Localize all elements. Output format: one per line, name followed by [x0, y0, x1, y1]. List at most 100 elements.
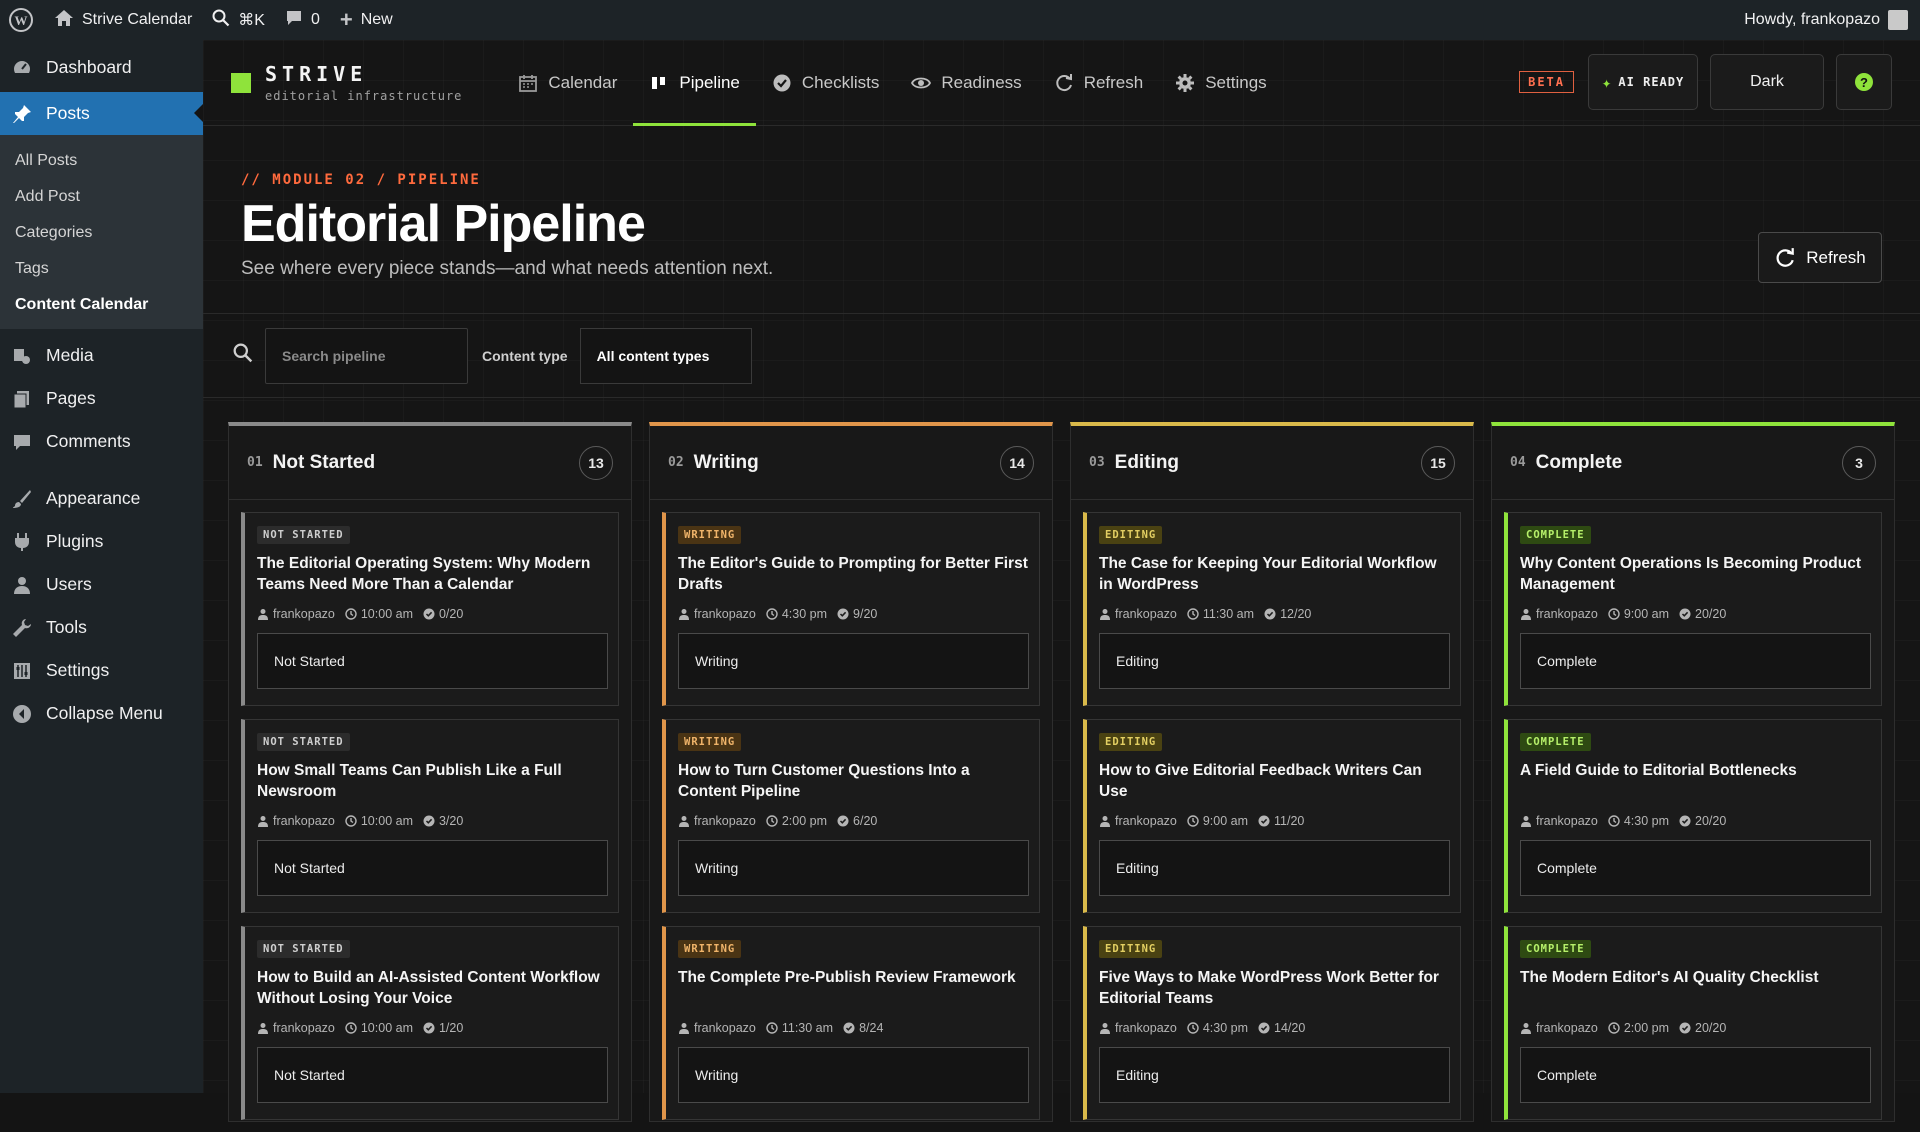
- status-select[interactable]: Editing: [1099, 840, 1450, 896]
- sidebar-item-comments[interactable]: Comments: [0, 420, 203, 463]
- submenu-all-posts[interactable]: All Posts: [0, 143, 203, 179]
- command-search-button[interactable]: ⌘K: [202, 0, 275, 40]
- clock-icon: [345, 815, 357, 827]
- card-title[interactable]: The Complete Pre-Publish Review Framewor…: [678, 967, 1029, 1009]
- card-title[interactable]: The Editorial Operating System: Why Mode…: [257, 553, 608, 595]
- submenu-tags[interactable]: Tags: [0, 251, 203, 287]
- help-button[interactable]: ?: [1836, 54, 1892, 110]
- comments-link[interactable]: 0: [275, 0, 330, 40]
- checklist-meta: 12/20: [1264, 607, 1311, 621]
- card-title[interactable]: The Editor's Guide to Prompting for Bett…: [678, 553, 1029, 595]
- status-select[interactable]: Complete: [1520, 633, 1871, 689]
- brush-icon: [12, 489, 32, 509]
- sidebar-item-users[interactable]: Users: [0, 563, 203, 606]
- status-select[interactable]: Writing: [678, 1047, 1029, 1103]
- pipeline-card[interactable]: COMPLETE Why Content Operations Is Becomi…: [1504, 512, 1882, 706]
- pipeline-card[interactable]: EDITING Five Ways to Make WordPress Work …: [1083, 926, 1461, 1120]
- card-title[interactable]: How to Turn Customer Questions Into a Co…: [678, 760, 1029, 802]
- checklist-progress: 0/20: [438, 607, 464, 621]
- submenu-categories[interactable]: Categories: [0, 215, 203, 251]
- sidebar-item-media[interactable]: Media: [0, 334, 203, 377]
- user-icon: [257, 1022, 269, 1034]
- check-circle-icon: [1679, 608, 1691, 620]
- sidebar-collapse-menu[interactable]: Collapse Menu: [0, 692, 203, 735]
- tab-calendar[interactable]: Calendar: [502, 40, 633, 126]
- card-title[interactable]: Why Content Operations Is Becoming Produ…: [1520, 553, 1871, 595]
- sidebar-item-settings[interactable]: Settings: [0, 649, 203, 692]
- publish-time: 2:00 pm: [1623, 1021, 1670, 1035]
- author-meta: frankopazo: [257, 607, 335, 621]
- status-select[interactable]: Writing: [678, 633, 1029, 689]
- card-title[interactable]: How Small Teams Can Publish Like a Full …: [257, 760, 608, 802]
- sidebar-item-appearance[interactable]: Appearance: [0, 477, 203, 520]
- ai-ready-button[interactable]: ✦ AI READY: [1588, 54, 1698, 110]
- account-menu[interactable]: Howdy, frankopazo: [1734, 0, 1920, 40]
- status-select[interactable]: Not Started: [257, 633, 608, 689]
- time-meta: 10:00 am: [345, 1021, 413, 1035]
- brand[interactable]: STRIVE editorial infrastructure: [231, 62, 462, 103]
- clock-icon: [1187, 815, 1199, 827]
- status-select[interactable]: Not Started: [257, 840, 608, 896]
- sidebar-item-pages[interactable]: Pages: [0, 377, 203, 420]
- refresh-button[interactable]: Refresh: [1758, 232, 1882, 283]
- pipeline-card[interactable]: EDITING How to Give Editorial Feedback Wr…: [1083, 719, 1461, 913]
- wordpress-logo-icon[interactable]: W: [0, 0, 44, 40]
- tab-label: Checklists: [801, 72, 880, 92]
- card-title[interactable]: The Case for Keeping Your Editorial Work…: [1099, 553, 1450, 595]
- tab-checklists[interactable]: Checklists: [756, 40, 895, 126]
- pipeline-card[interactable]: NOT STARTED How Small Teams Can Publish L…: [241, 719, 619, 913]
- content-type-label: Content type: [482, 347, 568, 364]
- card-title[interactable]: Five Ways to Make WordPress Work Better …: [1099, 967, 1450, 1009]
- card-title[interactable]: A Field Guide to Editorial Bottlenecks: [1520, 760, 1871, 802]
- pipeline-card[interactable]: COMPLETE A Field Guide to Editorial Bottl…: [1504, 719, 1882, 913]
- svg-text:W: W: [15, 13, 28, 28]
- author-meta: frankopazo: [257, 814, 335, 828]
- card-title[interactable]: The Modern Editor's AI Quality Checklist: [1520, 967, 1871, 1009]
- sidebar-item-posts[interactable]: Posts: [0, 92, 203, 135]
- pipeline-column-complete: 04 Complete 3 COMPLETE Why Content Operation…: [1491, 422, 1895, 1122]
- submenu-add-post[interactable]: Add Post: [0, 179, 203, 215]
- collapse-icon: [12, 704, 32, 724]
- publish-time: 4:30 pm: [1202, 1021, 1249, 1035]
- card-title[interactable]: How to Give Editorial Feedback Writers C…: [1099, 760, 1450, 802]
- author-name: frankopazo: [1536, 607, 1598, 621]
- pipeline-card[interactable]: EDITING The Case for Keeping Your Editori…: [1083, 512, 1461, 706]
- tab-refresh[interactable]: Refresh: [1038, 40, 1160, 126]
- pipeline-card[interactable]: NOT STARTED How to Build an AI-Assisted C…: [241, 926, 619, 1120]
- pipeline-card[interactable]: COMPLETE The Modern Editor's AI Quality C…: [1504, 926, 1882, 1120]
- status-select[interactable]: Editing: [1099, 633, 1450, 689]
- new-content-button[interactable]: + New: [330, 0, 403, 40]
- status-select[interactable]: Complete: [1520, 840, 1871, 896]
- author-meta: frankopazo: [678, 814, 756, 828]
- topnav-actions: BETA ✦ AI READY Dark ?: [1519, 54, 1892, 110]
- sidebar-item-plugins[interactable]: Plugins: [0, 520, 203, 563]
- sidebar-item-dashboard[interactable]: Dashboard: [0, 46, 203, 89]
- pipeline-card[interactable]: WRITING The Complete Pre-Publish Review F…: [662, 926, 1040, 1120]
- pipeline-card[interactable]: WRITING How to Turn Customer Questions In…: [662, 719, 1040, 913]
- tab-settings[interactable]: Settings: [1159, 40, 1282, 126]
- status-select[interactable]: Writing: [678, 840, 1029, 896]
- time-meta: 4:30 pm: [1187, 1021, 1248, 1035]
- site-name-link[interactable]: Strive Calendar: [44, 0, 202, 40]
- search-input[interactable]: [265, 327, 468, 384]
- card-meta: frankopazo 4:30 pm 9/20: [678, 607, 1029, 621]
- tab-readiness[interactable]: Readiness: [895, 40, 1037, 126]
- content-type-select[interactable]: All content types: [579, 327, 752, 384]
- pin-icon: [12, 104, 32, 124]
- theme-toggle-button[interactable]: Dark: [1710, 54, 1824, 110]
- status-select[interactable]: Editing: [1099, 1047, 1450, 1103]
- tab-pipeline[interactable]: Pipeline: [633, 40, 756, 126]
- status-select[interactable]: Complete: [1520, 1047, 1871, 1103]
- column-header: 03 Editing 15: [1071, 426, 1473, 500]
- sidebar-item-label: Collapse Menu: [46, 703, 163, 723]
- status-badge: WRITING: [678, 733, 742, 751]
- user-icon: [257, 608, 269, 620]
- card-title[interactable]: How to Build an AI-Assisted Content Work…: [257, 967, 608, 1009]
- status-select[interactable]: Not Started: [257, 1047, 608, 1103]
- dashboard-icon: [12, 58, 32, 78]
- submenu-content-calendar[interactable]: Content Calendar: [0, 287, 203, 323]
- pipeline-card[interactable]: WRITING The Editor's Guide to Prompting f…: [662, 512, 1040, 706]
- pipeline-card[interactable]: NOT STARTED The Editorial Operating Syste…: [241, 512, 619, 706]
- sidebar-item-tools[interactable]: Tools: [0, 606, 203, 649]
- checklist-meta: 11/20: [1258, 814, 1304, 828]
